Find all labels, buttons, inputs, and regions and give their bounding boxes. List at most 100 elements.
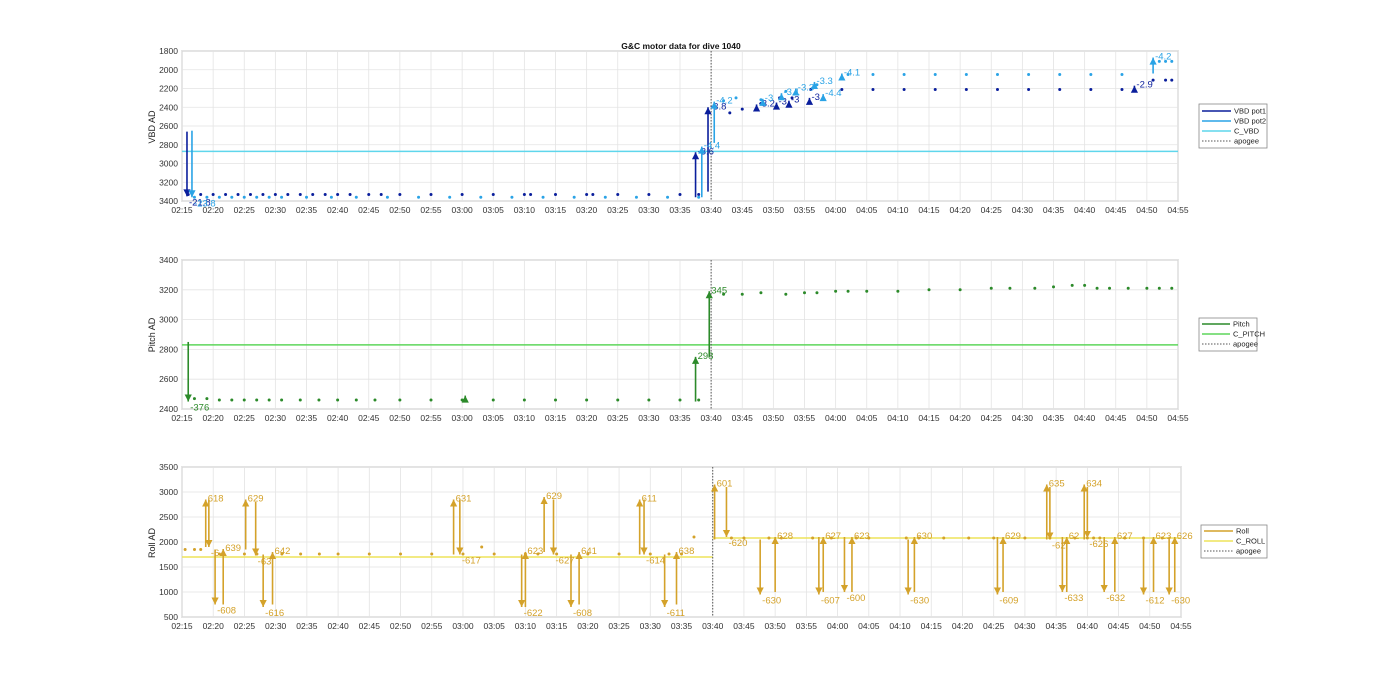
vbd-arrow-label: -4.2 [1155,52,1171,63]
pitch-data-point [1070,283,1074,287]
pitch-data-point [927,288,931,292]
vbd-data-point [217,195,221,199]
vbd-xtick-label: 02:40 [327,205,349,215]
pitch-xtick-label: 03:00 [451,413,473,423]
pitch-xtick-label: 04:30 [1012,413,1034,423]
pitch-data-point [1083,283,1087,287]
roll-arrow-label: -600 [846,593,865,604]
roll-arrow-label: -614 [646,556,665,567]
vbd-data-point [224,192,228,196]
legend-c-pitch: C_PITCH [1233,330,1265,339]
pitch-xtick-label: 04:50 [1136,413,1158,423]
roll-arrow-label: -62 [1052,541,1066,552]
pitch-ytick-label: 2600 [159,374,178,384]
pitch-data-point [1170,286,1174,290]
legend-apogee: apogee [1234,137,1259,146]
pitch-data-point [759,291,763,295]
roll-arrow-label: -630 [1171,596,1190,607]
roll-data-point [299,552,303,556]
vbd-arrow-label: -3 [811,92,819,103]
vbd-ytick-label: 3000 [159,159,178,169]
vbd-data-point [379,192,383,196]
pitch-xtick-label: 03:45 [732,413,754,423]
vbd-data-point [1089,72,1093,76]
vbd-data-point [734,96,738,100]
roll-data-point [183,548,187,551]
vbd-arrow-label: -4.1 [844,68,860,79]
roll-data-point [317,552,321,556]
legend-c-roll: C_ROLL [1236,537,1265,546]
vbd-data-point [572,195,576,199]
roll-data-point [480,545,484,549]
pitch-xtick-label: 03:20 [576,413,598,423]
pitch-xtick-label: 04:00 [825,413,847,423]
pitch-xtick-label: 04:10 [887,413,909,423]
pitch-xtick-label: 03:40 [700,413,722,423]
roll-arrow-label: 601 [717,479,733,490]
roll-xtick-label: 02:40 [327,621,349,631]
pitch-ytick-label: 2800 [159,344,178,354]
vbd-xtick-label: 04:45 [1105,205,1127,215]
vbd-data-point [261,192,265,196]
pitch-ytick-label: 2400 [159,404,178,414]
chart-title: G&C motor data for dive 1040 [621,41,741,51]
roll-xtick-label: 04:50 [1139,621,1161,631]
roll-data-point [967,536,971,540]
vbd-data-point [273,192,277,196]
roll-data-point [367,552,371,556]
vbd-xtick-label: 04:50 [1136,205,1158,215]
roll-xtick-label: 03:45 [733,621,755,631]
vbd-xtick-label: 03:30 [638,205,660,215]
roll-xtick-label: 03:10 [515,621,537,631]
vbd-data-point [1027,72,1031,76]
vbd-data-point [585,192,589,196]
vbd-xtick-label: 04:15 [918,205,940,215]
vbd-data-point [255,195,259,199]
vbd-data-point [1120,87,1124,91]
pitch-ytick-label: 3200 [159,285,178,295]
vbd-data-point [354,195,358,199]
vbd-ytick-label: 3400 [159,196,178,206]
pitch-xtick-label: 03:15 [545,413,567,423]
pitch-data-point [255,398,259,402]
vbd-xtick-label: 03:15 [545,205,567,215]
pitch-xtick-label: 03:05 [483,413,505,423]
roll-arrow-label: 629 [1005,531,1021,542]
pitch-ytick-label: 3400 [159,255,178,265]
legend-vbd-pot2: VBD pot2 [1234,117,1266,126]
vbd-arrow-label: -3 [791,95,799,106]
pitch-ytick-label: 3000 [159,315,178,325]
pitch-xtick-label: 02:45 [358,413,380,423]
vbd-arrow-label: -4.4 [704,141,720,152]
vbd-ylabel: VBD AD [147,110,157,144]
roll-arrow-label: 635 [1049,479,1065,490]
pitch-arrow-label: -376 [190,403,209,414]
vbd-data-point [479,195,483,199]
pitch-data-point [585,398,589,402]
pitch-xtick-label: 04:55 [1167,413,1189,423]
vbd-xtick-label: 03:25 [607,205,629,215]
pitch-data-point [1145,286,1149,290]
vbd-data-point [286,192,290,196]
legend-vbd-pot1: VBD pot1 [1234,107,1266,116]
vbd-data-point [510,195,514,199]
pitch-data-point [336,398,340,402]
pitch-data-point [697,398,701,402]
vbd-data-point [236,192,240,196]
roll-xtick-label: 04:30 [1014,621,1036,631]
pitch-data-point [491,398,495,402]
roll-xtick-label: 02:50 [390,621,412,631]
pitch-xtick-label: 03:25 [607,413,629,423]
pitch-data-point [230,398,234,402]
pitch-data-point [298,398,302,402]
pitch-data-point [280,398,284,402]
roll-arrow-label: 623 [527,546,543,557]
roll-arrow-label: -616 [265,608,284,619]
pitch-data-point [1157,286,1161,290]
roll-xtick-label: 03:00 [452,621,474,631]
vbd-data-point [871,87,875,91]
roll-ytick-label: 2500 [159,512,178,522]
vbd-data-point [311,192,315,196]
vbd-data-point [211,192,215,196]
roll-xtick-label: 03:20 [577,621,599,631]
